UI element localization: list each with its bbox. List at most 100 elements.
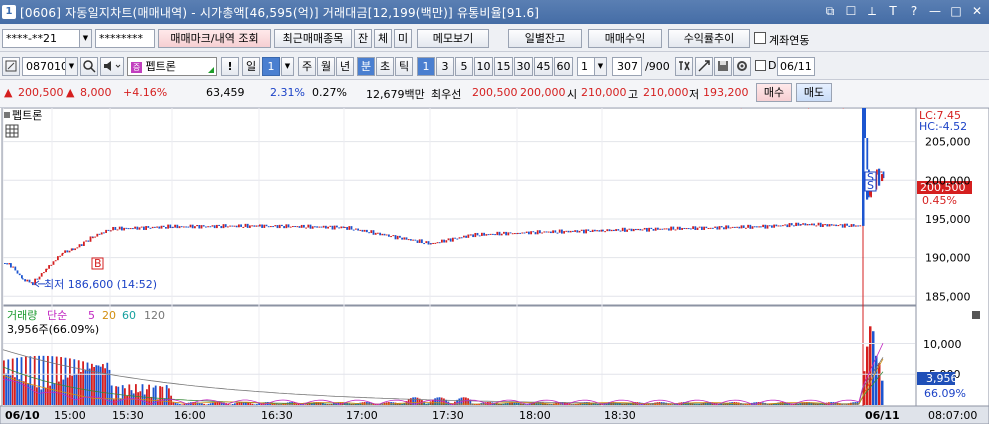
candle [742, 225, 745, 229]
window-control-5[interactable]: — [929, 4, 941, 19]
candle [129, 228, 132, 230]
recent-trades-button[interactable]: 최근매매종목 [274, 29, 352, 48]
period-tick-button[interactable]: 틱 [395, 57, 413, 76]
candle [21, 275, 23, 279]
window-control-3[interactable]: T [887, 4, 899, 19]
candle [169, 224, 172, 229]
gear-icon[interactable] [733, 57, 751, 76]
toolbar-symbol: 087010 ▼ 증 펩트론 ! 일 1 ▼ 주 월 년 분 초 틱 1 3 5… [0, 52, 989, 80]
chevron-down-icon[interactable]: ▼ [79, 30, 91, 47]
candle [790, 223, 793, 226]
speaker-icon[interactable] [100, 57, 124, 76]
daily-balance-button[interactable]: 일별잔고 [508, 29, 582, 48]
candle [151, 226, 154, 229]
interval-count-input[interactable]: 1 ▼ [577, 57, 607, 76]
candle [694, 226, 697, 230]
account-link-checkbox[interactable] [754, 32, 766, 44]
screen-toggle-icon[interactable] [2, 57, 20, 76]
window-control-0[interactable]: ⧉ [824, 4, 836, 19]
candle [40, 273, 43, 277]
chevron-down-icon[interactable]: ▼ [281, 57, 294, 76]
chevron-down-icon[interactable]: ▼ [65, 58, 77, 75]
candle [703, 226, 705, 230]
password-field[interactable]: ******** [95, 29, 155, 48]
window-control-6[interactable]: □ [950, 4, 962, 19]
volume-bar [247, 402, 249, 405]
candle [552, 230, 554, 234]
candle [289, 226, 292, 228]
return-trend-button[interactable]: 수익률추이 [668, 29, 750, 48]
interval-60-button[interactable]: 60 [554, 57, 573, 76]
candle [78, 244, 81, 248]
interval-45-button[interactable]: 45 [534, 57, 553, 76]
window-control-1[interactable]: ☐ [845, 4, 857, 19]
candle [344, 226, 346, 228]
candle [779, 225, 782, 227]
window-control-4[interactable]: ? [908, 4, 920, 19]
period-minute-button[interactable]: 분 [357, 57, 375, 76]
candle [456, 238, 459, 240]
candle [687, 228, 690, 230]
account-select[interactable]: ****-**21 ▼ [2, 29, 92, 48]
candle [850, 224, 853, 227]
unfilled-button[interactable]: 미 [394, 29, 412, 48]
candle [676, 226, 679, 230]
interval-10-button[interactable]: 10 [474, 57, 493, 76]
bar-count-input[interactable]: 307 [612, 57, 642, 76]
candle [839, 224, 842, 226]
candle [485, 234, 488, 236]
candle [709, 227, 712, 229]
period-month-button[interactable]: 월 [317, 57, 335, 76]
period-week-button[interactable]: 주 [298, 57, 316, 76]
volume-bar [872, 331, 875, 405]
interval-3-button[interactable]: 3 [436, 57, 454, 76]
tools-icon[interactable] [675, 57, 693, 76]
date-checkbox[interactable] [755, 60, 766, 71]
candle [80, 244, 83, 246]
date-input[interactable]: 06/11 [777, 57, 815, 76]
candle [837, 225, 840, 227]
window-control-2[interactable]: ⟂ [866, 4, 878, 19]
trade-profit-button[interactable]: 매매수익 [588, 29, 662, 48]
candle [683, 227, 686, 229]
search-icon[interactable] [80, 57, 98, 76]
candle [100, 232, 103, 235]
stock-code-input[interactable]: 087010 ▼ [22, 57, 78, 76]
title-bar: 1 [0606] 자동일지차트(매매내역) - 시가총액[46,595(억)] … [0, 0, 989, 24]
chevron-down-icon[interactable]: ▼ [594, 58, 606, 75]
interval-5-button[interactable]: 5 [455, 57, 473, 76]
save-icon[interactable] [714, 57, 732, 76]
balance-button[interactable]: 잔 [354, 29, 372, 48]
panel-menu-icon[interactable] [4, 112, 10, 118]
candle [259, 224, 261, 227]
resize-icon[interactable] [695, 57, 713, 76]
trade-mark-query-button[interactable]: 매매마크/내역 조회 [158, 29, 271, 48]
candle [185, 226, 187, 228]
candle [472, 234, 474, 238]
price-chart[interactable]: 최고 210,000 (08:00)최저 186,600 (14:52)BSS … [0, 108, 989, 424]
sell-button[interactable]: 매도 [796, 83, 832, 102]
candle [848, 225, 851, 227]
period-year-button[interactable]: 년 [336, 57, 354, 76]
interval-1-button[interactable]: 1 [417, 57, 435, 76]
price-tick-label: 190,000 [925, 252, 971, 265]
volume-bar [64, 357, 67, 405]
interval-30-button[interactable]: 30 [514, 57, 533, 76]
window-control-7[interactable]: ✕ [971, 4, 983, 19]
period-day-button[interactable]: 일 [242, 57, 260, 76]
candle [403, 237, 406, 240]
period-count-button[interactable]: 1 [262, 57, 280, 76]
executed-button[interactable]: 체 [374, 29, 392, 48]
buy-button[interactable]: 매수 [756, 83, 792, 102]
candle [87, 240, 90, 242]
interval-15-button[interactable]: 15 [494, 57, 513, 76]
memo-button[interactable]: 메모보기 [417, 29, 489, 48]
close-panel-icon[interactable] [972, 311, 980, 319]
alert-button[interactable]: ! [221, 57, 239, 76]
price-tick-label: 195,000 [925, 213, 971, 226]
stock-name-field[interactable]: 증 펩트론 [127, 57, 217, 76]
table-icon[interactable] [5, 124, 19, 138]
period-second-button[interactable]: 초 [376, 57, 394, 76]
candle [793, 225, 795, 227]
candle [48, 265, 50, 269]
